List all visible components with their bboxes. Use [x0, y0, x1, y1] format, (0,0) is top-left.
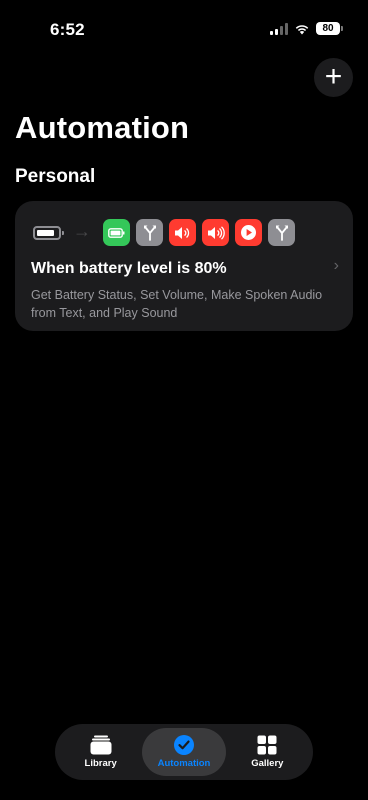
- screen: 6:52 80 + Automation Personal → When bat…: [0, 0, 368, 800]
- automation-title: When battery level is 80%: [31, 260, 227, 277]
- chevron-right-icon: ›: [333, 257, 339, 274]
- status-icons: 80: [270, 22, 343, 35]
- library-icon: [90, 735, 112, 755]
- battery-indicator: 80: [316, 22, 343, 35]
- tab-label: Gallery: [251, 758, 284, 769]
- wifi-icon: [295, 24, 309, 34]
- cellular-signal-icon: [270, 22, 288, 35]
- branch-icon: [268, 219, 295, 246]
- gallery-grid-icon: [257, 735, 277, 755]
- arrow-right-icon: →: [73, 221, 91, 241]
- branch-icon: [136, 219, 163, 246]
- automation-icons-row: →: [33, 219, 301, 246]
- battery-status-icon: [103, 219, 130, 246]
- tab-automation[interactable]: Automation: [142, 728, 226, 776]
- tab-gallery[interactable]: Gallery: [226, 728, 309, 776]
- page-title: Automation: [15, 110, 190, 145]
- tab-label: Library: [84, 758, 117, 769]
- tab-library[interactable]: Library: [59, 728, 142, 776]
- status-bar: 6:52 80: [0, 0, 368, 58]
- section-title: Personal: [15, 166, 96, 187]
- automation-subtitle: Get Battery Status, Set Volume, Make Spo…: [31, 288, 323, 320]
- status-time: 6:52: [50, 20, 85, 39]
- volume-icon: [169, 219, 196, 246]
- volume-icon: [202, 219, 229, 246]
- plus-icon: +: [324, 59, 343, 93]
- add-automation-button[interactable]: +: [314, 58, 353, 97]
- battery-icon: [33, 225, 64, 240]
- play-icon: [235, 219, 262, 246]
- automation-card[interactable]: → When battery level is 80% Get Battery …: [15, 201, 353, 331]
- automation-clock-icon: [173, 735, 195, 755]
- tab-bar: Library Automation Gallery: [55, 724, 313, 780]
- tab-label: Automation: [157, 758, 211, 769]
